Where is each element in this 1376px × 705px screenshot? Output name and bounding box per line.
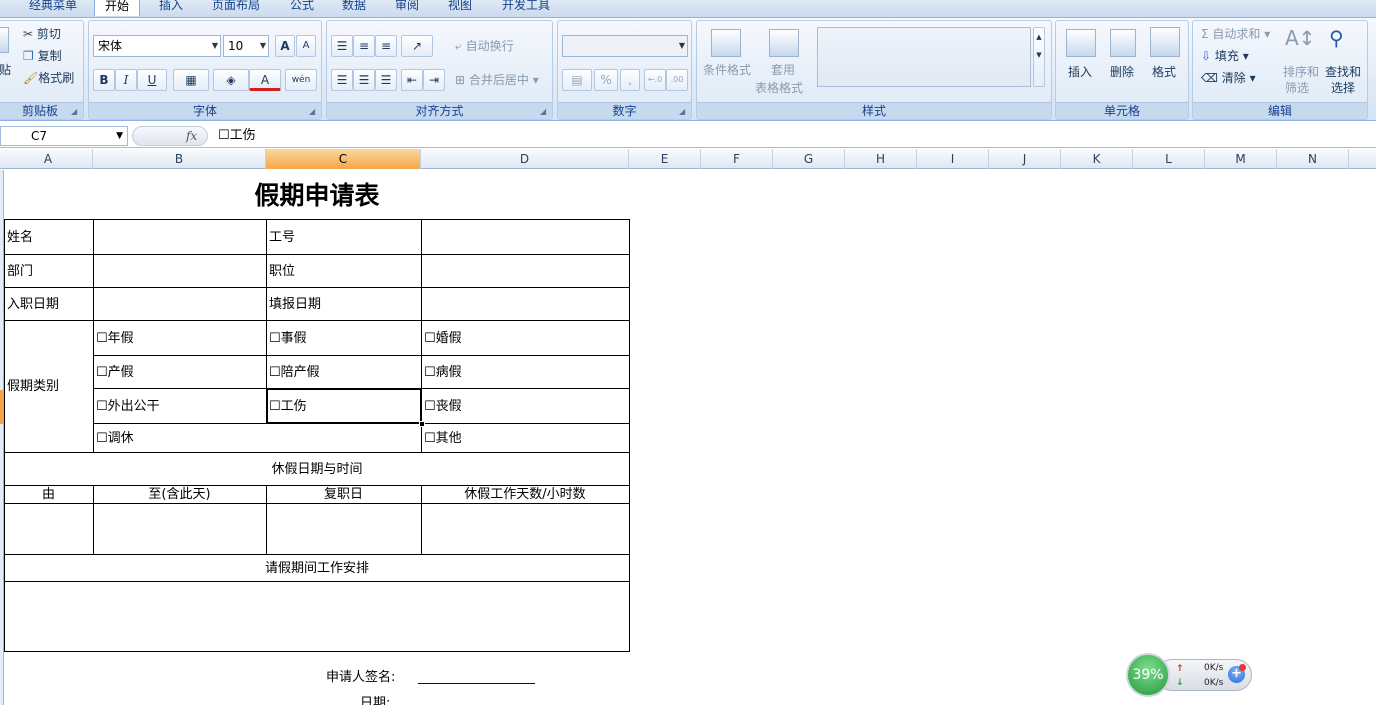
form-title[interactable]: 假期申请表 — [4, 172, 630, 218]
usage-gauge: 39% — [1126, 653, 1170, 697]
grid-line — [93, 219, 94, 452]
to-date-header[interactable]: 至(含此天) — [93, 486, 266, 503]
option-annual-leave[interactable]: ☐年假 — [96, 321, 134, 355]
option-funeral-leave[interactable]: ☐丧假 — [424, 389, 462, 423]
option-maternity-leave[interactable]: ☐产假 — [96, 356, 134, 388]
grid-line — [4, 651, 630, 652]
option-marriage-leave[interactable]: ☐婚假 — [424, 321, 462, 355]
signature-line[interactable]: __________________ — [418, 668, 535, 686]
active-cell-selection — [266, 388, 422, 424]
upload-speed: 0K/s — [1204, 663, 1224, 673]
leave-period-header[interactable]: 休假日期与时间 — [4, 453, 630, 485]
option-compensatory-leave[interactable]: ☐调休 — [96, 424, 134, 452]
grid-line — [4, 219, 5, 652]
worksheet: 假期申请表 姓名 工号 部门 职位 入职日期 填报日期 假期类别 ☐年假 ☐事假… — [0, 0, 1376, 705]
grid-line — [4, 219, 630, 220]
upload-arrow-icon: ↑ — [1176, 664, 1184, 674]
cell-a4-dept-label[interactable]: 部门 — [7, 255, 33, 287]
download-speed: 0K/s — [1204, 678, 1224, 688]
return-date-header[interactable]: 复职日 — [266, 486, 421, 503]
cell-a6-leave-type-label[interactable]: 假期类别 — [7, 321, 59, 452]
from-date-header[interactable]: 由 — [4, 486, 93, 503]
grid-line — [93, 355, 630, 356]
cell-a3-name-label[interactable]: 姓名 — [7, 220, 33, 254]
signature-label[interactable]: 申请人签名: — [326, 668, 395, 686]
download-arrow-icon: ↓ — [1176, 678, 1184, 688]
grid-line — [629, 219, 630, 652]
net-speed-widget[interactable]: 39% ↑ ↓ 0K/s 0K/s + — [1126, 653, 1252, 697]
cell-c5-fill-date-label[interactable]: 填报日期 — [269, 288, 321, 320]
cell-a5-join-date-label[interactable]: 入职日期 — [7, 288, 59, 320]
cell-c3-id-label[interactable]: 工号 — [269, 220, 295, 254]
option-sick-leave[interactable]: ☐病假 — [424, 356, 462, 388]
grid-line — [4, 503, 630, 504]
grid-line — [4, 254, 630, 255]
notification-dot-icon — [1239, 664, 1246, 671]
fill-handle[interactable] — [419, 421, 425, 427]
option-personal-leave[interactable]: ☐事假 — [269, 321, 307, 355]
grid-line — [4, 581, 630, 582]
option-paternity-leave[interactable]: ☐陪产假 — [269, 356, 320, 388]
date-label[interactable]: 日期: — [360, 694, 390, 705]
cell-c4-position-label[interactable]: 职位 — [269, 255, 295, 287]
work-arrangement-header[interactable]: 请假期间工作安排 — [4, 555, 630, 581]
leave-days-header[interactable]: 休假工作天数/小时数 — [421, 486, 629, 503]
option-other-leave[interactable]: ☐其他 — [424, 424, 462, 452]
option-business-trip[interactable]: ☐外出公干 — [96, 389, 160, 423]
